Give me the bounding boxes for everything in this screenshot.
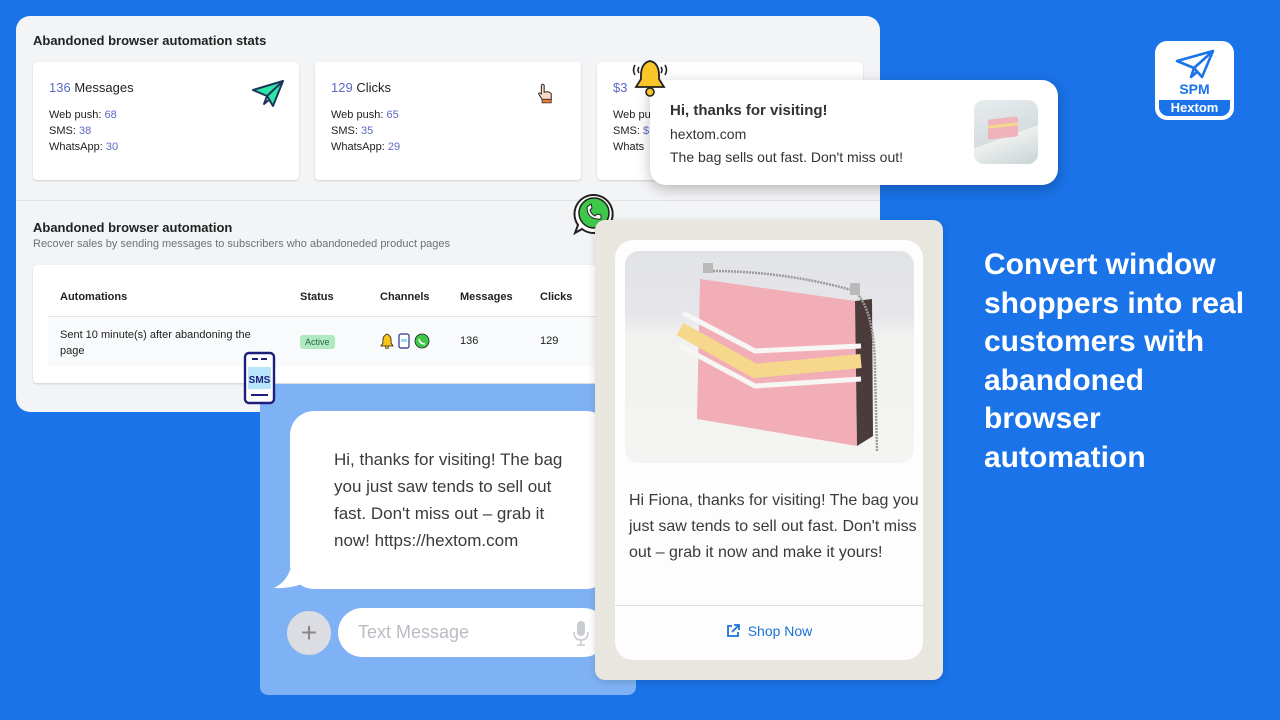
push-notification[interactable]: Hi, thanks for visiting! hextom.com The … <box>650 80 1058 185</box>
stat-label: Messages <box>70 80 134 95</box>
stat-line: SMS: 38 <box>49 125 92 137</box>
column-header: Channels <box>380 291 430 303</box>
logo-brand: Hextom <box>1159 100 1230 116</box>
notification-title: Hi, thanks for visiting! <box>670 102 828 119</box>
notification-message: The bag sells out fast. Don't miss out! <box>670 149 904 165</box>
product-thumbnail <box>974 100 1038 164</box>
whatsapp-mock: Hi Fiona, thanks for visiting! The bag y… <box>595 220 943 680</box>
stat-line: WhatsApp: 30 <box>49 141 119 153</box>
stat-card-clicks: 129 Clicks Web push: 65 SMS: 35 WhatsApp… <box>315 62 581 180</box>
automation-title: Abandoned browser automation <box>33 220 233 235</box>
shop-now-button[interactable]: Shop Now <box>615 606 923 656</box>
product-image <box>625 251 914 463</box>
divider <box>16 200 880 201</box>
column-header: Messages <box>460 291 513 303</box>
stat-label: Clicks <box>352 80 391 95</box>
stat-line: Web push: 68 <box>49 109 117 121</box>
whatsapp-message-card: Hi Fiona, thanks for visiting! The bag y… <box>615 240 923 660</box>
pink-handbag-image <box>676 263 879 452</box>
paper-plane-icon <box>252 80 284 107</box>
stats-title: Abandoned browser automation stats <box>33 33 267 48</box>
bubble-tail <box>274 570 302 589</box>
text-message-input[interactable] <box>338 608 608 657</box>
shop-now-label: Shop Now <box>747 623 813 639</box>
sms-phone-icon <box>398 333 410 349</box>
stat-value: 136 <box>49 80 71 95</box>
stat-value: $3 <box>613 80 628 95</box>
microphone-icon[interactable] <box>572 620 590 646</box>
whatsapp-message: Hi Fiona, thanks for visiting! The bag y… <box>629 492 919 561</box>
hand-pointer-icon <box>537 83 552 104</box>
stat-line: SMS: 35 <box>331 125 374 137</box>
sms-message: Hi, thanks for visiting! The bag you jus… <box>334 450 563 550</box>
app-logo: SPM Hextom <box>1155 41 1234 120</box>
stat-value: 129 <box>331 80 353 95</box>
automation-subtitle: Recover sales by sending messages to sub… <box>33 238 451 250</box>
stat-line: WhatsApp: 29 <box>331 141 401 153</box>
add-attachment-button[interactable]: + <box>287 611 331 655</box>
headline: Convert window shoppers into real custom… <box>984 248 1245 474</box>
stat-line: Web push: 65 <box>331 109 399 121</box>
svg-text:SMS: SMS <box>249 375 271 386</box>
channel-icons <box>380 333 430 349</box>
logo-text: SPM <box>1179 81 1210 97</box>
paper-plane-icon <box>1175 49 1215 79</box>
stat-card-messages: 136 Messages Web push: 68 SMS: 38 WhatsA… <box>33 62 299 180</box>
automation-name[interactable]: Sent 10 minute(s) after abandoning the p… <box>60 327 270 359</box>
notification-domain: hextom.com <box>670 126 747 142</box>
status-badge: Active <box>300 335 335 349</box>
column-header: Status <box>300 291 334 303</box>
messages-cell: 136 <box>460 335 479 347</box>
column-header: Automations <box>60 291 128 303</box>
bell-icon <box>380 333 394 349</box>
column-header: Clicks <box>540 291 573 303</box>
external-link-icon <box>726 624 740 637</box>
clicks-cell: 129 <box>540 335 559 347</box>
sms-phone-icon: SMS <box>243 351 276 405</box>
bell-icon <box>632 60 668 97</box>
whatsapp-icon <box>414 333 430 349</box>
